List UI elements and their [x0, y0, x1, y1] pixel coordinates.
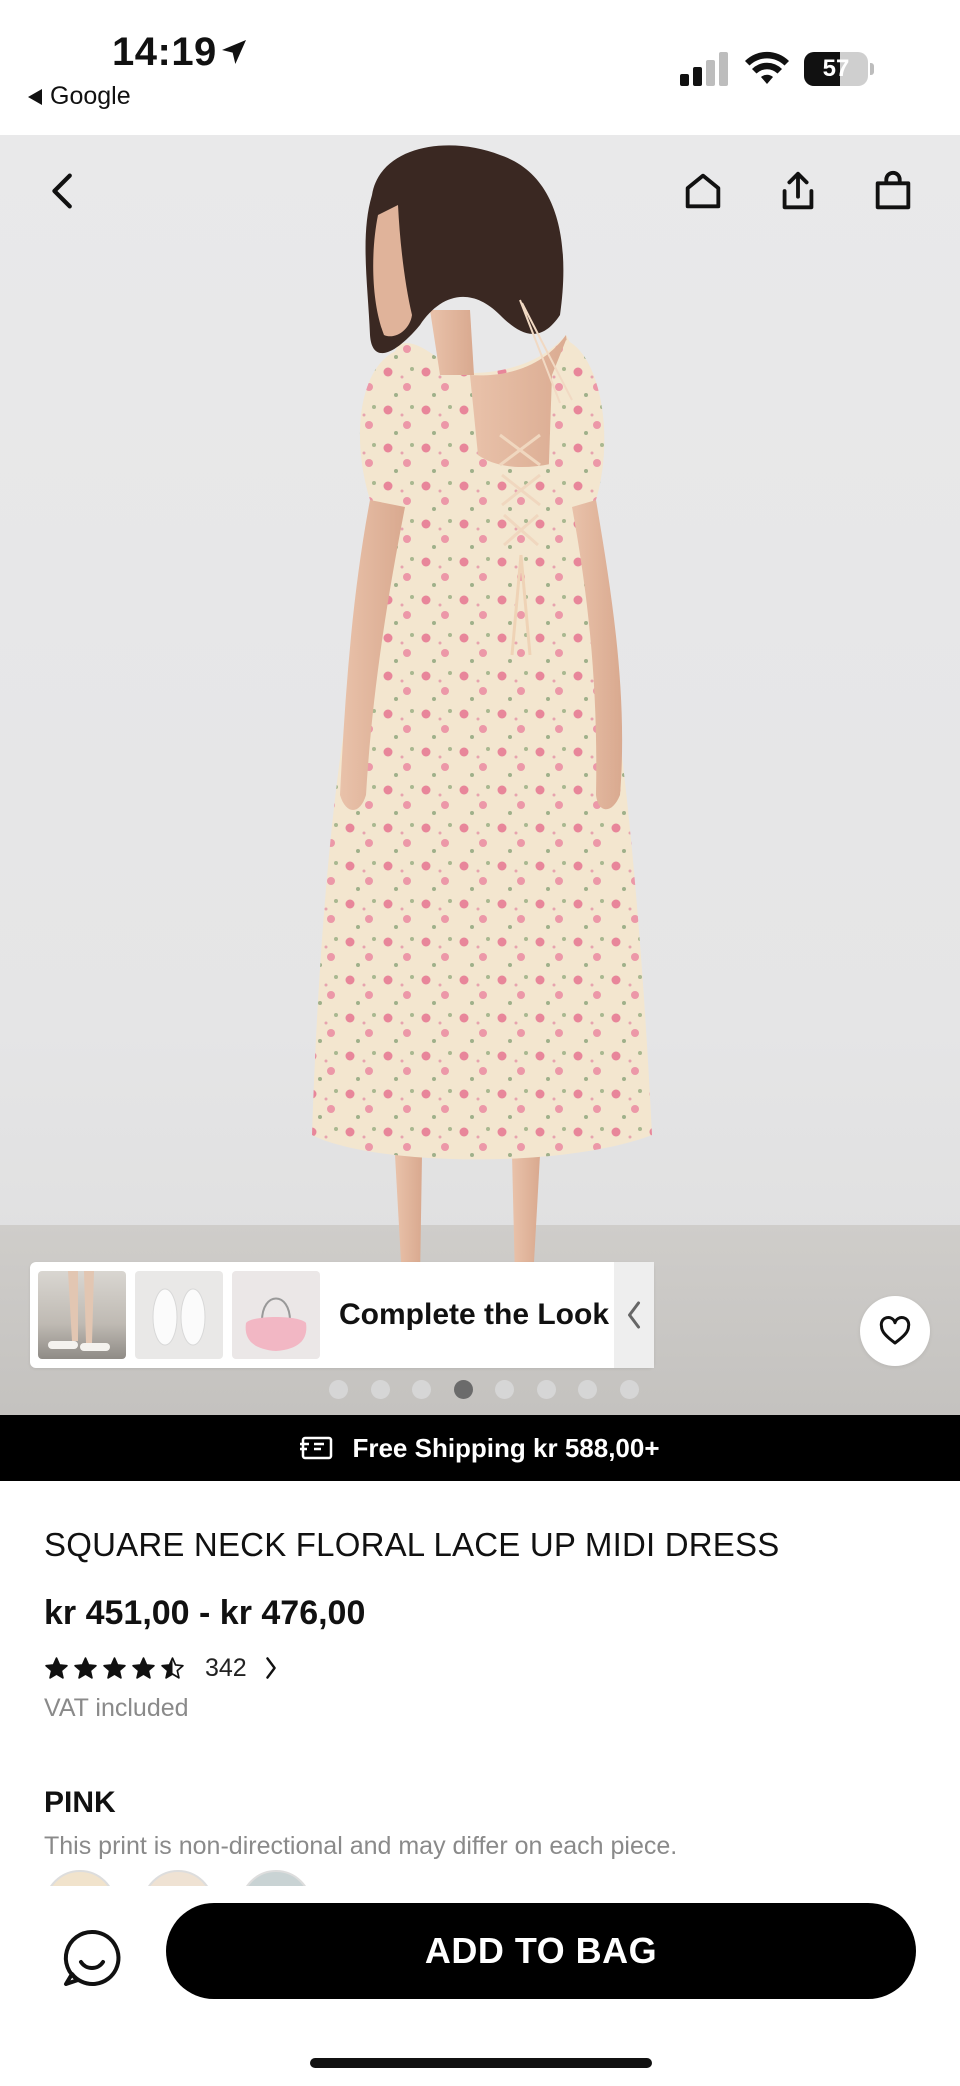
print-note: This print is non-directional and may di…	[44, 1832, 678, 1860]
star-icon	[103, 1656, 126, 1679]
complete-the-look-card[interactable]: Complete the Look	[30, 1262, 654, 1368]
carousel-dot[interactable]	[495, 1380, 515, 1399]
free-shipping-text: Free Shipping kr 588,00+	[352, 1432, 660, 1463]
back-triangle-icon	[28, 88, 42, 105]
chevron-left-icon	[52, 173, 72, 209]
star-icon	[161, 1656, 184, 1679]
sandals-image	[48, 1271, 110, 1351]
carousel-dot[interactable]	[619, 1380, 639, 1399]
status-time: 14:19	[112, 30, 217, 74]
back-app-label: Google	[50, 82, 131, 110]
bottom-action-bar: ADD TO BAG	[0, 1886, 960, 2086]
slippers-image	[152, 1288, 206, 1346]
chevron-left-small-icon	[628, 1301, 640, 1329]
carousel-dot[interactable]	[536, 1380, 556, 1399]
add-to-bag-button[interactable]: ADD TO BAG	[166, 1903, 916, 1999]
look-thumbnail-sandals[interactable]	[38, 1271, 126, 1359]
carousel-dot[interactable]	[329, 1380, 349, 1399]
star-icon	[45, 1656, 68, 1679]
carousel-pagination	[0, 1380, 960, 1400]
location-arrow-icon	[222, 40, 246, 64]
home-button[interactable]	[675, 163, 731, 219]
status-bar: 14:19 Google 57	[0, 0, 960, 135]
review-count: 342	[205, 1653, 247, 1682]
complete-the-look-toggle[interactable]	[614, 1262, 654, 1368]
complete-the-look-label: Complete the Look	[339, 1298, 610, 1331]
share-button[interactable]	[770, 163, 826, 219]
free-shipping-banner[interactable]: Free Shipping kr 588,00+	[0, 1415, 960, 1481]
star-icon	[132, 1656, 155, 1679]
heart-icon	[879, 1316, 911, 1345]
look-thumbnail-slippers[interactable]	[135, 1271, 223, 1359]
pink-bag-image	[245, 1297, 307, 1351]
battery-indicator: 57	[804, 52, 874, 86]
share-icon	[782, 171, 814, 210]
color-name: PINK	[44, 1786, 116, 1819]
star-rating	[44, 1656, 189, 1681]
product-image-carousel[interactable]	[0, 135, 960, 1415]
product-title: SQUARE NECK FLORAL LACE UP MIDI DRESS	[44, 1526, 780, 1563]
back-to-app-link[interactable]: Google	[28, 82, 131, 111]
shipping-truck-icon	[300, 1436, 333, 1460]
shopping-bag-icon	[875, 170, 911, 210]
battery-percent: 57	[822, 55, 850, 82]
back-button[interactable]	[36, 163, 92, 219]
carousel-dot[interactable]	[412, 1380, 432, 1399]
chat-support-icon[interactable]	[60, 1926, 124, 1990]
wishlist-button[interactable]	[860, 1296, 930, 1366]
vat-note: VAT included	[44, 1694, 189, 1722]
look-thumbnail-bag[interactable]	[232, 1271, 320, 1359]
cellular-signal-icon	[680, 52, 728, 86]
rating-reviews-link[interactable]: 342	[44, 1650, 279, 1686]
carousel-dot[interactable]	[370, 1380, 390, 1399]
product-price: kr 451,00 - kr 476,00	[44, 1594, 366, 1632]
product-photo	[312, 145, 652, 1293]
home-indicator	[310, 2058, 652, 2068]
home-icon	[685, 173, 721, 209]
wifi-icon	[745, 51, 789, 84]
bag-button[interactable]	[865, 163, 921, 219]
chevron-right-icon	[265, 1657, 276, 1679]
carousel-dot[interactable]	[578, 1380, 598, 1399]
carousel-dot[interactable]	[453, 1380, 473, 1399]
star-icon	[74, 1656, 97, 1679]
